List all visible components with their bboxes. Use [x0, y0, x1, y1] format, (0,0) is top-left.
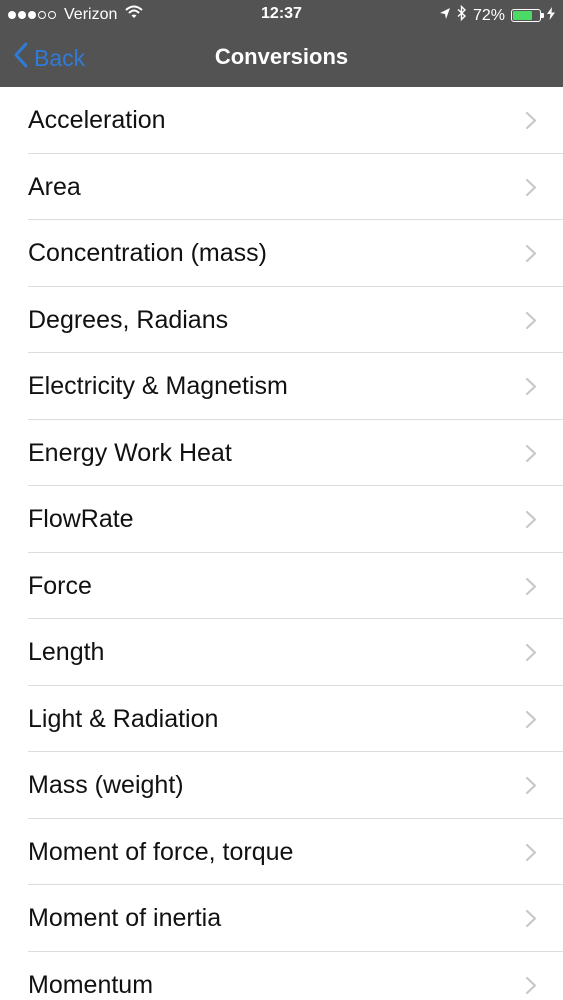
list-item-label: Energy Work Heat — [28, 438, 232, 467]
chevron-right-icon — [525, 111, 537, 130]
chevron-right-icon — [525, 710, 537, 729]
list-item-label: Force — [28, 571, 92, 600]
top-bar: Verizon 12:37 72% Back Conversions — [0, 0, 563, 87]
list-item[interactable]: Degrees, Radians — [0, 287, 563, 354]
chevron-right-icon — [525, 909, 537, 928]
status-right: 72% — [439, 4, 555, 26]
list-item-label: Moment of force, torque — [28, 837, 294, 866]
charging-bolt-icon — [547, 6, 555, 25]
chevron-right-icon — [525, 577, 537, 596]
list-item-label: Moment of inertia — [28, 904, 222, 932]
list-item[interactable]: FlowRate — [0, 486, 563, 553]
list-item-label: Concentration (mass) — [28, 239, 267, 267]
chevron-right-icon — [525, 976, 537, 995]
chevron-right-icon — [525, 311, 537, 330]
chevron-right-icon — [525, 377, 537, 396]
list-item-label: Length — [28, 638, 105, 666]
list-item[interactable]: Area — [0, 154, 563, 221]
battery-fill — [513, 11, 532, 20]
battery-tip — [541, 13, 544, 18]
list-item[interactable]: Force — [0, 553, 563, 620]
list-item-label: Degrees, Radians — [28, 305, 229, 334]
list-item-label: Light & Radiation — [28, 704, 219, 733]
list-item-label: FlowRate — [28, 505, 134, 533]
list-item-label: Electricity & Magnetism — [28, 372, 288, 400]
chevron-right-icon — [525, 178, 537, 197]
chevron-right-icon — [525, 244, 537, 263]
list-item[interactable]: Light & Radiation — [0, 686, 563, 753]
chevron-right-icon — [525, 444, 537, 463]
chevron-right-icon — [525, 843, 537, 862]
conversion-list: Acceleration Area Concentration (mass) D… — [0, 87, 563, 1000]
list-item-label: Area — [28, 172, 81, 201]
list-item-label: Mass (weight) — [28, 771, 184, 799]
list-item-label: Acceleration — [28, 106, 166, 134]
list-item[interactable]: Mass (weight) — [0, 752, 563, 819]
chevron-right-icon — [525, 776, 537, 795]
chevron-right-icon — [525, 643, 537, 662]
list-item[interactable]: Moment of inertia — [0, 885, 563, 952]
list-item[interactable]: Acceleration — [0, 87, 563, 154]
battery-icon — [511, 9, 544, 22]
chevron-right-icon — [525, 510, 537, 529]
list-item[interactable]: Electricity & Magnetism — [0, 353, 563, 420]
navigation-bar: Back Conversions — [0, 30, 563, 87]
list-item[interactable]: Concentration (mass) — [0, 220, 563, 287]
list-item[interactable]: Momentum — [0, 952, 563, 1000]
list-item[interactable]: Energy Work Heat — [0, 420, 563, 487]
page-title: Conversions — [214, 44, 349, 69]
list-item[interactable]: Moment of force, torque — [0, 819, 563, 886]
bluetooth-icon — [457, 4, 467, 26]
list-item-label: Momentum — [28, 970, 154, 999]
status-bar: Verizon 12:37 72% — [0, 0, 563, 30]
location-arrow-icon — [439, 7, 451, 25]
conversions-screen: Verizon 12:37 72% Back Conversions Accel… — [0, 0, 563, 1000]
list-item[interactable]: Length — [0, 619, 563, 686]
battery-percent: 72% — [472, 6, 505, 24]
